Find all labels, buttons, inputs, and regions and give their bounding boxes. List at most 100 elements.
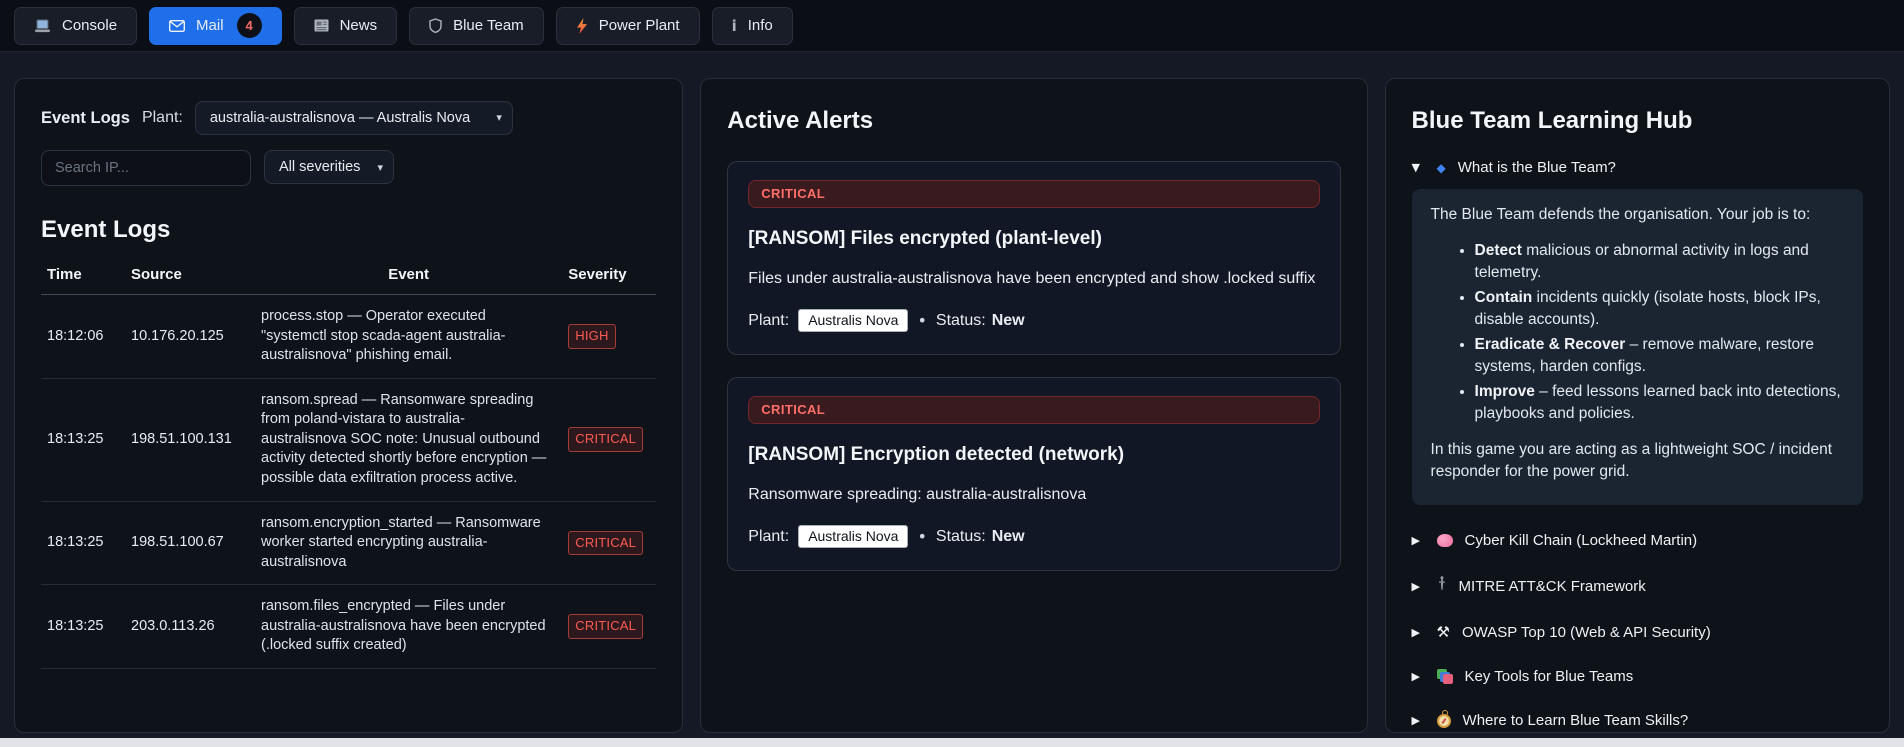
hub-section-where-to-learn[interactable]: ▶ Where to Learn Blue Team Skills? [1411, 709, 1863, 729]
list-item: Improve – feed lessons learned back into… [1475, 381, 1844, 425]
severity-badge: CRITICAL [568, 530, 644, 556]
lightning-icon [576, 17, 588, 34]
alert-plant-label: Plant: [748, 527, 790, 545]
hub-section-cyber-kill-chain[interactable]: ▶ Cyber Kill Chain (Lockheed Martin) [1412, 532, 1863, 549]
severity-badge: HIGH [568, 324, 616, 349]
event-text: ransom.encryption_started — Ransomware w… [255, 501, 563, 586]
list-item: Eradicate & Recover – remove malware, re… [1475, 334, 1844, 378]
triangle-right-icon: ▶ [1411, 714, 1420, 727]
event-logs-panel: Event Logs Plant: australia-australisnov… [14, 78, 684, 733]
news-icon [314, 19, 329, 32]
hub-section-owasp-top10[interactable]: ▶ ⚒ OWASP Top 10 (Web & API Security) [1412, 623, 1863, 641]
page-bottom-strip [0, 738, 1904, 747]
learning-hub-panel: Blue Team Learning Hub ▼ ◆ What is the B… [1384, 78, 1890, 733]
meta-separator: • [917, 527, 927, 547]
alert-description: Ransomware spreading: australia-australi… [748, 486, 1087, 504]
alert-card: CRITICAL [RANSOM] Encryption detected (n… [727, 377, 1341, 572]
tab-label: Mail [196, 17, 224, 34]
event-logs-section-title: Event Logs [41, 216, 171, 243]
laptop-icon [34, 19, 51, 33]
event-text: process.stop — Operator executed "system… [255, 294, 563, 379]
top-navigation: Console Mail 4 News Blue Team Power Plan… [0, 0, 1904, 52]
tab-info[interactable]: i Info [711, 6, 793, 45]
hub-section-label: Where to Learn Blue Team Skills? [1462, 712, 1689, 729]
hub-section-label: Key Tools for Blue Teams [1464, 668, 1634, 685]
tab-power-plant[interactable]: Power Plant [555, 6, 700, 45]
info-icon: i [731, 16, 737, 35]
plant-label: Plant: [141, 109, 183, 126]
triangle-right-icon: ▶ [1411, 579, 1420, 593]
triangle-down-icon: ▼ [1411, 161, 1420, 174]
alert-status-value: New [991, 527, 1025, 545]
brain-icon [1436, 534, 1453, 547]
hub-section-content: The Blue Team defends the organisation. … [1411, 189, 1863, 505]
column-header-time: Time [41, 258, 125, 295]
event-source: 203.0.113.26 [125, 584, 255, 669]
event-log-table: Time Source Event Severity 18:12:06 10.1… [41, 258, 657, 669]
alert-description: Files under australia-australisnova have… [748, 270, 1316, 287]
list-item: Detect malicious or abnormal activity in… [1475, 240, 1844, 284]
hub-section-mitre-attack[interactable]: ▶ MITRE ATT&CK Framework [1412, 576, 1863, 596]
plant-select[interactable]: australia-australisnova — Australis Nova [194, 101, 513, 135]
event-logs-label: Event Logs [41, 108, 130, 127]
alert-meta: Plant: Australis Nova • Status: New [748, 525, 1319, 549]
hub-section-label: OWASP Top 10 (Web & API Security) [1461, 623, 1711, 641]
column-header-event: Event [255, 258, 563, 295]
column-header-severity: Severity [562, 258, 657, 295]
dagger-icon [1437, 576, 1447, 596]
tab-console[interactable]: Console [14, 6, 138, 45]
alert-plant-label: Plant: [748, 311, 790, 329]
hub-intro: The Blue Team defends the organisation. … [1430, 206, 1811, 223]
alert-status-label: Status: [935, 311, 986, 329]
event-time: 18:13:25 [41, 501, 125, 586]
severity-badge: CRITICAL [568, 614, 644, 639]
shield-icon [429, 18, 442, 33]
tab-mail[interactable]: Mail 4 [149, 6, 282, 45]
hub-section-key-tools[interactable]: ▶ Key Tools for Blue Teams [1412, 668, 1863, 685]
triangle-right-icon: ▶ [1411, 625, 1420, 639]
triangle-right-icon: ▶ [1411, 670, 1420, 683]
alert-status-value: New [991, 311, 1025, 329]
meta-separator: • [917, 311, 927, 331]
tab-label: Info [747, 17, 773, 34]
alert-title: [RANSOM] Files encrypted (plant-level) [748, 228, 1102, 249]
alert-severity-strip: CRITICAL [748, 396, 1320, 425]
hub-section-label: MITRE ATT&CK Framework [1458, 577, 1646, 595]
tab-label: Console [62, 17, 118, 34]
mail-unread-badge: 4 [236, 13, 262, 38]
alert-title: [RANSOM] Encryption detected (network) [748, 444, 1125, 466]
tab-news[interactable]: News [293, 6, 398, 45]
table-row: 18:12:06 10.176.20.125 process.stop — Op… [41, 294, 657, 379]
event-text: ransom.files_encrypted — Files under aus… [255, 584, 563, 669]
alert-card: CRITICAL [RANSOM] Files encrypted (plant… [727, 161, 1341, 356]
event-text: ransom.spread — Ransomware spreading fro… [255, 378, 563, 502]
hub-outro: In this game you are acting as a lightwe… [1430, 441, 1833, 480]
event-time: 18:12:06 [41, 294, 125, 379]
layered-books-icon [1436, 669, 1453, 684]
table-row: 18:13:25 198.51.100.67 ransom.encryption… [41, 501, 657, 586]
tab-blue-team[interactable]: Blue Team [409, 6, 544, 45]
hub-section-what-is-blue-team[interactable]: ▼ ◆ What is the Blue Team? [1412, 159, 1863, 176]
hammer-and-pick-icon: ⚒ [1436, 623, 1450, 641]
tab-label: Power Plant [598, 17, 680, 34]
learning-hub-title: Blue Team Learning Hub [1411, 107, 1693, 134]
event-source: 198.51.100.131 [125, 378, 255, 502]
severity-filter-select[interactable]: All severities [264, 150, 394, 184]
tab-label: Blue Team [453, 17, 524, 34]
active-alerts-panel: Active Alerts CRITICAL [RANSOM] Files en… [700, 78, 1368, 733]
event-source: 198.51.100.67 [125, 501, 255, 586]
list-item: Contain incidents quickly (isolate hosts… [1475, 287, 1844, 331]
alert-status-label: Status: [935, 527, 986, 545]
event-time: 18:13:25 [41, 584, 125, 669]
triangle-right-icon: ▶ [1411, 534, 1420, 547]
table-row: 18:13:25 203.0.113.26 ransom.files_encry… [41, 584, 657, 669]
event-time: 18:13:25 [41, 378, 125, 502]
plant-chip: Australis Nova [798, 309, 909, 333]
column-header-source: Source [125, 258, 255, 295]
hub-section-label: Cyber Kill Chain (Lockheed Martin) [1464, 532, 1698, 549]
alert-severity-strip: CRITICAL [748, 180, 1320, 208]
search-ip-input[interactable] [41, 150, 251, 186]
event-source: 10.176.20.125 [125, 294, 255, 379]
compass-icon [1436, 709, 1451, 728]
main-content: Event Logs Plant: australia-australisnov… [0, 52, 1904, 733]
